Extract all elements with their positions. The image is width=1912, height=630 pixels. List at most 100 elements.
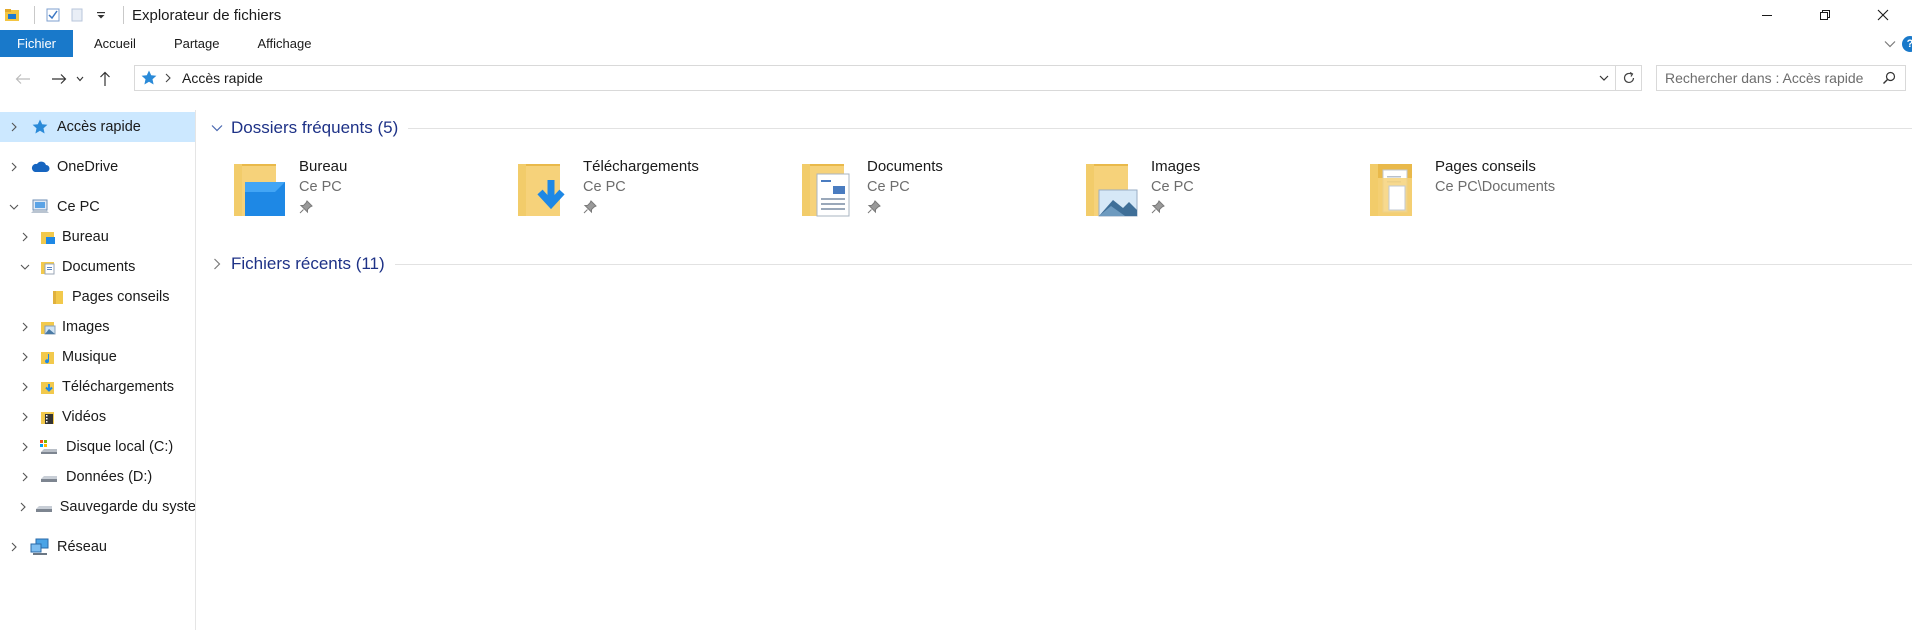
sidebar-item-label: Pages conseils (72, 289, 170, 305)
help-button[interactable]: ? (1902, 35, 1912, 52)
search-box[interactable] (1656, 65, 1906, 91)
sidebar-item-disque-local-c[interactable]: Disque local (C:) (0, 432, 195, 462)
downloads-folder-icon (518, 164, 565, 216)
forward-icon[interactable] (46, 66, 72, 92)
expand-chevron-icon[interactable] (18, 472, 32, 482)
window-controls (1738, 0, 1912, 30)
collapse-chevron-icon[interactable] (7, 204, 21, 210)
folder-tile-pages-conseils[interactable]: Pages conseils Ce PC\Documents (1345, 156, 1629, 226)
drive-icon (38, 467, 60, 487)
back-icon[interactable] (10, 66, 36, 92)
folder-tile-bureau[interactable]: Bureau Ce PC (209, 156, 493, 226)
content-pane: Dossiers fréquents (5) Bureau Ce PC Télé… (197, 110, 1912, 630)
address-history-dropdown-icon[interactable] (1593, 66, 1615, 90)
collapse-chevron-icon[interactable] (18, 264, 32, 270)
group-header-fichiers-recents[interactable]: Fichiers récents (11) (209, 250, 1912, 278)
expand-ribbon-icon[interactable] (1878, 30, 1902, 57)
documents-folder-icon (40, 257, 56, 277)
toolbar-divider (34, 6, 35, 24)
minimize-icon[interactable] (1738, 0, 1796, 30)
customize-qat-icon[interactable] (91, 5, 111, 25)
recent-locations-icon[interactable] (72, 66, 88, 92)
desktop-folder-icon (40, 227, 56, 247)
toolbar-divider (123, 6, 124, 24)
tile-location: Ce PC (867, 179, 910, 195)
sidebar-item-label: Disque local (C:) (66, 439, 174, 455)
title-bar: Explorateur de fichiers (0, 0, 1912, 30)
sidebar-item-label: Musique (62, 349, 117, 365)
new-folder-icon[interactable] (67, 5, 87, 25)
sidebar-item-bureau[interactable]: Bureau (0, 222, 195, 252)
quick-access-star-icon (138, 66, 160, 90)
pin-icon (1151, 197, 1200, 217)
this-pc-icon (29, 197, 51, 217)
tab-affichage[interactable]: Affichage (240, 30, 328, 57)
sidebar-item-label: Données (D:) (66, 469, 153, 485)
tile-location: Ce PC (299, 179, 342, 195)
group-header-dossiers-frequents[interactable]: Dossiers fréquents (5) (209, 114, 1912, 142)
close-icon[interactable] (1854, 0, 1912, 30)
drive-icon (34, 497, 54, 517)
address-bar[interactable]: Accès rapide (134, 65, 1616, 91)
properties-icon[interactable] (43, 5, 63, 25)
pin-icon (583, 197, 699, 217)
sidebar-item-label: Ce PC (57, 199, 100, 215)
expand-chevron-icon[interactable] (7, 162, 21, 172)
tile-location: Ce PC\Documents (1435, 179, 1556, 195)
search-icon[interactable] (1875, 66, 1903, 90)
sidebar-item-telechargements[interactable]: Téléchargements (0, 372, 195, 402)
quick-access-toolbar (0, 0, 132, 30)
sidebar-item-donnees-d[interactable]: Données (D:) (0, 462, 195, 492)
refresh-icon[interactable] (1616, 65, 1642, 91)
pin-icon (867, 197, 943, 217)
expand-chevron-icon[interactable] (18, 442, 32, 452)
window-icon[interactable] (2, 5, 22, 25)
sidebar-item-acces-rapide[interactable]: Accès rapide (0, 112, 195, 142)
folder-tile-images[interactable]: Images Ce PC (1061, 156, 1345, 226)
folder-tile-documents[interactable]: Documents Ce PC (777, 156, 1061, 226)
window-title: Explorateur de fichiers (132, 6, 282, 24)
expand-chevron-icon[interactable] (18, 322, 32, 332)
expand-chevron-icon[interactable] (18, 502, 28, 512)
tile-location: Ce PC (583, 179, 626, 195)
sidebar-item-documents[interactable]: Documents (0, 252, 195, 282)
tile-location: Ce PC (1151, 179, 1194, 195)
sidebar-item-pages-conseils[interactable]: Pages conseils (0, 282, 195, 312)
up-icon[interactable] (92, 66, 118, 92)
breadcrumb-separator-icon[interactable] (160, 73, 176, 83)
group-divider (394, 263, 1912, 265)
sidebar-item-ce-pc[interactable]: Ce PC (0, 192, 195, 222)
collapse-chevron-icon[interactable] (209, 124, 225, 132)
videos-folder-icon (40, 407, 56, 427)
sidebar-item-sauvegarde[interactable]: Sauvegarde du syste (0, 492, 195, 522)
tab-partage[interactable]: Partage (157, 30, 237, 57)
tile-info: Bureau Ce PC (299, 156, 347, 217)
group-divider (408, 127, 1912, 129)
tab-fichier[interactable]: Fichier (0, 30, 74, 57)
expand-chevron-icon[interactable] (7, 542, 21, 552)
expand-chevron-icon[interactable] (18, 232, 32, 242)
expand-chevron-icon[interactable] (7, 122, 21, 132)
expand-chevron-icon[interactable] (18, 382, 32, 392)
expand-chevron-icon[interactable] (18, 412, 32, 422)
sidebar-item-musique[interactable]: Musique (0, 342, 195, 372)
sidebar-item-reseau[interactable]: Réseau (0, 532, 195, 562)
expand-chevron-icon[interactable] (18, 352, 32, 362)
tile-info: Téléchargements Ce PC (583, 156, 699, 217)
sidebar-item-label: Vidéos (62, 409, 107, 425)
folder-tile-telechargements[interactable]: Téléchargements Ce PC (493, 156, 777, 226)
sidebar-item-label: Bureau (62, 229, 109, 245)
tab-accueil[interactable]: Accueil (77, 30, 153, 57)
breadcrumb-location[interactable]: Accès rapide (182, 70, 263, 86)
sidebar-item-onedrive[interactable]: OneDrive (0, 152, 195, 182)
search-input[interactable] (1657, 70, 1875, 86)
sidebar-item-videos[interactable]: Vidéos (0, 402, 195, 432)
sidebar-item-label: OneDrive (57, 159, 119, 175)
expand-chevron-icon[interactable] (209, 258, 225, 270)
ribbon-tabs: Fichier Accueil Partage Affichage ? (0, 30, 1912, 57)
group-title: Fichiers récents (11) (231, 254, 385, 273)
documents-folder-icon (802, 164, 850, 217)
sidebar-item-images[interactable]: Images (0, 312, 195, 342)
tile-info: Images Ce PC (1151, 156, 1200, 217)
restore-icon[interactable] (1796, 0, 1854, 30)
